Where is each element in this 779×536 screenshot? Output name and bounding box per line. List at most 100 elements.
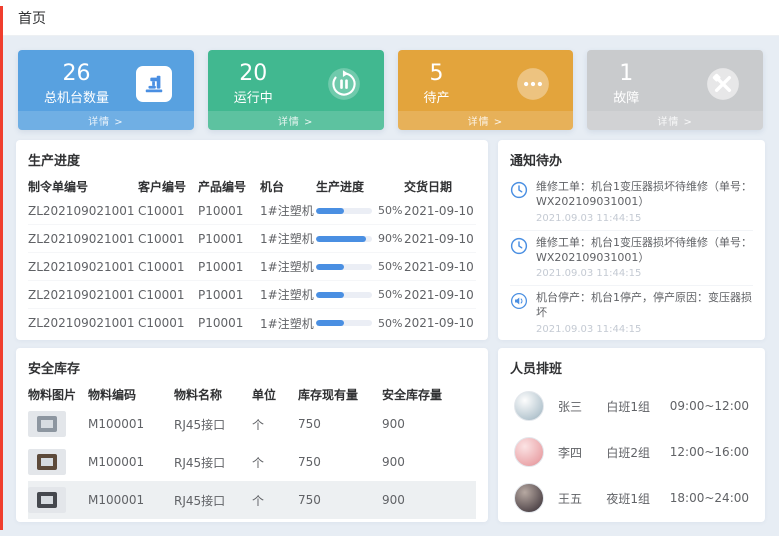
avatar (514, 437, 544, 467)
fault-icon (705, 66, 741, 102)
schedule-panel-title: 人员排班 (510, 358, 753, 377)
machine-icon (136, 66, 172, 102)
production-row[interactable]: ZL202109021001 C10001 P10001 1#注塑机 50% 2… (28, 281, 476, 309)
inventory-table-body: M100001 RJ45接口 个 750 900 (28, 405, 476, 519)
fault-detail-link[interactable]: 详情 > (587, 111, 763, 130)
progress-percent: 50% (378, 260, 402, 273)
progress-track (316, 236, 372, 242)
avatar (514, 483, 544, 513)
material-unit: 个 (252, 454, 298, 471)
notice-text: 机台停产：机台1停产，停产原因：变压器损坏 (536, 291, 753, 321)
production-row[interactable]: ZL202109021001 C10001 P10001 1#注塑机 50% 2… (28, 197, 476, 225)
material-unit: 个 (252, 416, 298, 433)
waiting-detail-link[interactable]: 详情 > (398, 111, 574, 130)
stat-card-fault[interactable]: 1 故障 详情 > (587, 50, 763, 130)
top-bar: 首页 (0, 0, 779, 36)
panels-grid: 生产进度 制令单编号 客户编号 产品编号 机台 生产进度 交货日期 ZL2021… (16, 140, 765, 522)
col-machine: 机台 (260, 178, 316, 195)
production-row[interactable]: ZL202109021001 C10001 P10001 1#注塑机 50% 2… (28, 309, 476, 337)
staff-name: 王五 (558, 490, 592, 507)
progress-percent: 50% (378, 288, 402, 301)
progress-bar: 90% (316, 232, 404, 245)
delivery-date: 2021-09-10 (404, 260, 476, 274)
inventory-row[interactable]: M100001 RJ45接口 个 750 900 (28, 443, 476, 481)
product-number: P10001 (198, 204, 260, 218)
col-current-stock: 库存现有量 (298, 386, 382, 403)
notice-body: 维修工单：机台1变压器损坏待维修（单号：WX202109031001） 2021… (536, 236, 753, 280)
material-code: M100001 (88, 493, 174, 507)
running-value: 20 (239, 61, 267, 86)
customer-number: C10001 (138, 288, 198, 302)
notice-text: 维修工单：机台1变压器损坏待维修（单号：WX202109031001） (536, 180, 753, 210)
order-number: ZL202109021001 (28, 288, 138, 302)
schedule-row: 张三 白班1组 09:00~12:00 (510, 383, 753, 429)
machine-name: 1#注塑机 (260, 202, 316, 219)
delivery-date: 2021-09-10 (404, 316, 476, 330)
inventory-table-header: 物料图片 物料编码 物料名称 单位 库存现有量 安全库存量 (28, 383, 476, 405)
notice-body: 机台停产：机台1停产，停产原因：变压器损坏 2021.09.03 11:44:1… (536, 291, 753, 335)
progress-fill (316, 264, 344, 270)
clock-icon (510, 181, 528, 199)
customer-number: C10001 (138, 204, 198, 218)
progress-track (316, 208, 372, 214)
inventory-row[interactable]: M100001 RJ45接口 个 750 900 (28, 405, 476, 443)
progress-percent: 50% (378, 204, 402, 217)
col-unit: 单位 (252, 386, 298, 403)
progress-fill (316, 320, 344, 326)
schedule-row: 王五 夜班1组 18:00~24:00 (510, 475, 753, 521)
progress-bar: 50% (316, 288, 404, 301)
customer-number: C10001 (138, 260, 198, 274)
notice-timestamp: 2021.09.03 11:44:15 (536, 213, 753, 224)
progress-bar: 50% (316, 260, 404, 273)
col-safety-stock: 安全库存量 (382, 386, 476, 403)
production-row[interactable]: ZL202109021001 C10001 P10001 1#注塑机 90% 2… (28, 225, 476, 253)
machine-name: 1#注塑机 (260, 230, 316, 247)
production-panel-title: 生产进度 (28, 150, 476, 169)
safety-inventory-panel: 安全库存 物料图片 物料编码 物料名称 单位 库存现有量 安全库存量 (16, 348, 488, 522)
tab-home[interactable]: 首页 (18, 8, 46, 28)
order-number: ZL202109021001 (28, 204, 138, 218)
content-area: 26 总机台数量 详情 > (0, 36, 779, 522)
total-machines-label: 总机台数量 (44, 87, 109, 106)
progress-bar: 50% (316, 317, 404, 330)
safety-stock: 900 (382, 493, 476, 507)
total-machines-detail-link[interactable]: 详情 > (18, 111, 194, 130)
progress-percent: 90% (378, 232, 402, 245)
production-table-header: 制令单编号 客户编号 产品编号 机台 生产进度 交货日期 (28, 175, 476, 197)
notices-panel-title: 通知待办 (510, 150, 753, 169)
current-stock: 750 (298, 493, 382, 507)
material-image (28, 487, 88, 513)
shift-time: 09:00~12:00 (670, 399, 749, 413)
notice-item[interactable]: 维修工单：机台1变压器损坏待维修（单号：WX202109031001） 2021… (510, 175, 753, 231)
machine-name: 1#注塑机 (260, 258, 316, 275)
col-product: 产品编号 (198, 178, 260, 195)
material-unit: 个 (252, 492, 298, 509)
running-detail-link[interactable]: 详情 > (208, 111, 384, 130)
material-code: M100001 (88, 455, 174, 469)
progress-fill (316, 208, 344, 214)
clock-icon (510, 237, 528, 255)
stat-card-waiting[interactable]: 5 待产 详情 > (398, 50, 574, 130)
stat-cards-row: 26 总机台数量 详情 > (18, 50, 763, 130)
stat-card-total-machines[interactable]: 26 总机台数量 详情 > (18, 50, 194, 130)
production-row[interactable]: ZL202109021001 C10001 P10001 1#注塑机 50% 2… (28, 253, 476, 281)
product-number: P10001 (198, 316, 260, 330)
staff-name: 李四 (558, 444, 592, 461)
waiting-label: 待产 (424, 87, 450, 106)
material-name: RJ45接口 (174, 416, 252, 433)
staff-schedule-panel: 人员排班 张三 白班1组 09:00~12:00 李四 (498, 348, 765, 522)
col-material-code: 物料编码 (88, 386, 174, 403)
notice-item[interactable]: 机台停产：机台1停产，停产原因：变压器损坏 2021.09.03 11:44:1… (510, 286, 753, 340)
stat-card-running[interactable]: 20 运行中 详情 > (208, 50, 384, 130)
order-number: ZL202109021001 (28, 232, 138, 246)
col-material-image: 物料图片 (28, 386, 88, 403)
inventory-row[interactable]: M100001 RJ45接口 个 750 900 (28, 481, 476, 519)
notice-timestamp: 2021.09.03 11:44:15 (536, 324, 753, 335)
progress-percent: 50% (378, 317, 402, 330)
waiting-icon (515, 66, 551, 102)
notice-item[interactable]: 维修工单：机台1变压器损坏待维修（单号：WX202109031001） 2021… (510, 231, 753, 287)
shift-label: 夜班1组 (606, 490, 655, 507)
notice-timestamp: 2021.09.03 11:44:15 (536, 268, 753, 279)
avatar (514, 391, 544, 421)
safety-stock: 900 (382, 417, 476, 431)
